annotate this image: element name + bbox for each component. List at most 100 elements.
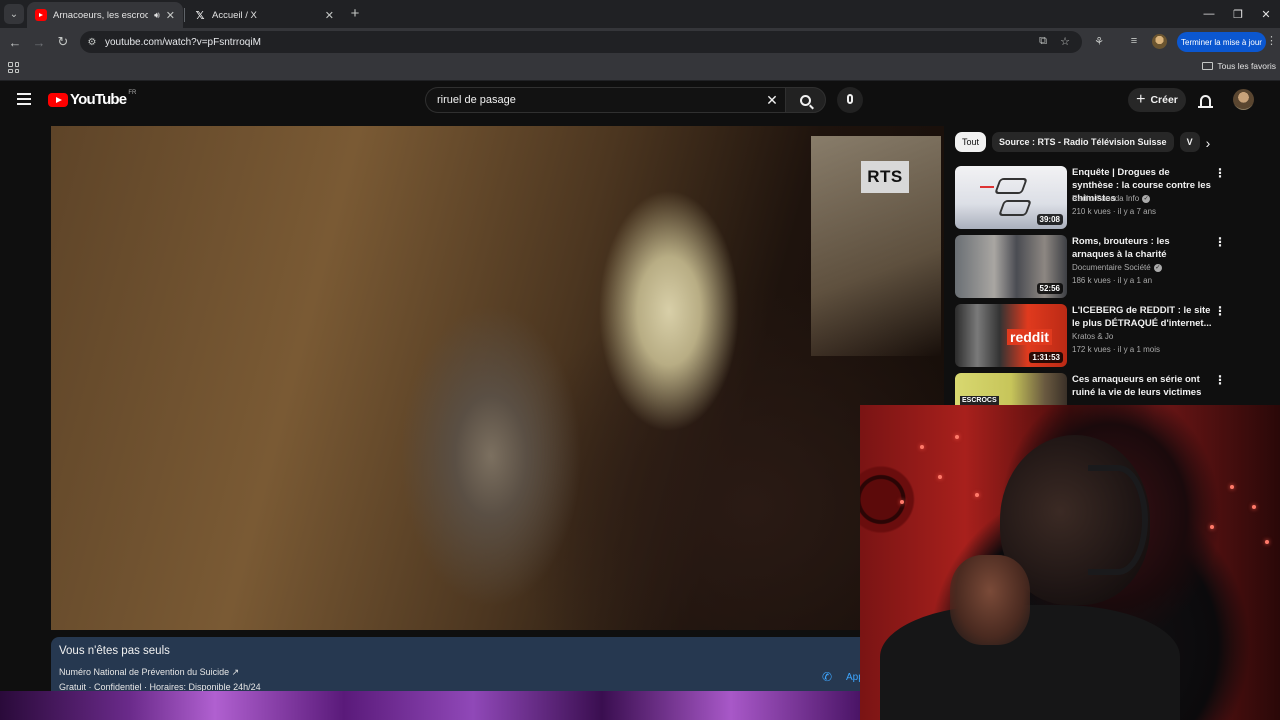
tab-title: Accueil / X (212, 9, 257, 21)
video-title[interactable]: Roms, brouteurs : les arnaques à la char… (1072, 235, 1212, 261)
voice-search-button[interactable] (837, 87, 863, 113)
chip-all[interactable]: Tout (955, 132, 987, 152)
recommendation-item[interactable]: reddit 1:31:53 L'ICEBERG de REDDIT : le … (955, 304, 1226, 368)
microphone-icon (847, 94, 853, 104)
bookmark-star-icon[interactable]: ☆ (1056, 32, 1074, 50)
video-player[interactable]: RTS (51, 126, 944, 630)
video-title[interactable]: Ces arnaqueurs en série ont ruiné la vie… (1072, 373, 1212, 399)
plus-icon: + (1136, 91, 1146, 108)
search-query[interactable]: riruel de pasage (437, 94, 759, 106)
update-button[interactable]: Terminer la mise à jour (1177, 32, 1266, 52)
channel-label: Radio-Canada Info (1072, 194, 1140, 203)
browser-tab-strip: ⌄ Arnacoeurs, les escrocs de l 🔊︎ ✕ 𝕏 Ac… (0, 0, 1280, 28)
fairy-light (900, 500, 904, 504)
molecule-graphic (998, 200, 1032, 216)
recommendation-item[interactable]: 52:56 Roms, brouteurs : les arnaques à l… (955, 235, 1226, 299)
browser-tab-x[interactable]: 𝕏 Accueil / X ✕ (186, 2, 342, 28)
browser-toolbar: ← → ↻ ⚙ youtube.com/watch?v=pFsntrroqiM … (0, 28, 1280, 56)
create-button[interactable]: + Créer (1128, 88, 1186, 112)
video-meta: 172 k vues · il y a 1 mois (1072, 345, 1161, 354)
profile-avatar[interactable] (1152, 34, 1167, 49)
fairy-light (975, 493, 979, 497)
tab-search-chevron-icon[interactable]: ⌄ (4, 4, 24, 24)
fairy-light (1230, 485, 1234, 489)
browser-tab-youtube[interactable]: Arnacoeurs, les escrocs de l 🔊︎ ✕ (27, 2, 183, 28)
video-title[interactable]: L'ICEBERG de REDDIT : le site le plus DÉ… (1072, 304, 1212, 330)
folder-icon (1202, 62, 1214, 70)
video-thumbnail[interactable]: 52:56 (955, 235, 1067, 298)
filter-chips: Tout Source : RTS - Radio Télévision Sui… (955, 132, 1225, 152)
video-duration: 1:31:53 (1029, 352, 1063, 363)
headset-graphic (1088, 465, 1148, 575)
crisis-support-panel: Vous n'êtes pas seuls Numéro National de… (51, 637, 871, 695)
video-duration: 39:08 (1036, 214, 1063, 225)
reload-icon[interactable]: ↻ (53, 32, 73, 52)
webcam-overlay (860, 405, 1280, 720)
channel-label: Documentaire Société (1072, 263, 1151, 272)
address-bar[interactable]: ⚙ youtube.com/watch?v=pFsntrroqiM (80, 31, 1082, 53)
chevron-right-icon[interactable]: › (1198, 133, 1218, 153)
more-options-icon[interactable]: ⋮ (1214, 166, 1226, 180)
youtube-wordmark: YouTube (70, 91, 127, 108)
video-thumbnail[interactable]: reddit 1:31:53 (955, 304, 1067, 367)
video-meta: 186 k vues · il y a 1 an (1072, 276, 1153, 285)
tab-separator (184, 8, 185, 22)
chip-more[interactable]: V (1179, 132, 1200, 152)
recommendation-item[interactable]: ESCROCS Ces arnaqueurs en série ont ruin… (955, 373, 1225, 405)
browser-menu-icon[interactable]: ⋮ (1266, 34, 1277, 47)
install-app-icon[interactable]: ⧉ (1034, 32, 1052, 50)
more-options-icon[interactable]: ⋮ (1214, 304, 1226, 318)
all-bookmarks-label: Tous les favoris (1217, 61, 1276, 71)
back-arrow-icon[interactable]: ← (5, 32, 25, 52)
youtube-logo[interactable]: YouTube FR (48, 90, 136, 108)
apps-grid-icon[interactable] (8, 62, 19, 73)
chip-source-rts[interactable]: Source : RTS - Radio Télévision Suisse (992, 132, 1174, 152)
search-button[interactable] (785, 87, 826, 113)
user-avatar[interactable] (1233, 89, 1254, 110)
notifications-bell-icon[interactable] (1197, 91, 1213, 109)
close-tab-icon[interactable]: ✕ (166, 9, 175, 22)
fairy-light (955, 435, 959, 439)
forward-arrow-icon[interactable]: → (29, 32, 49, 52)
fairy-light (1210, 525, 1214, 529)
minimize-icon[interactable]: — (1197, 4, 1221, 24)
fairy-light (938, 475, 942, 479)
molecule-bond-graphic (980, 186, 994, 188)
bookmarks-bar: Tous les favoris (0, 56, 1280, 81)
crisis-title: Vous n'êtes pas seuls (59, 645, 170, 657)
channel-name[interactable]: Radio-Canada Info ✓ (1072, 194, 1151, 203)
close-tab-icon[interactable]: ✕ (325, 9, 334, 22)
reddit-thumbnail-text: reddit (1007, 329, 1052, 345)
site-info-icon[interactable]: ⚙ (82, 32, 102, 52)
speaker-icon[interactable]: 🔊︎ (154, 10, 160, 21)
x-favicon-icon: 𝕏 (195, 9, 205, 22)
new-tab-plus-icon[interactable]: + (346, 4, 364, 22)
video-thumbnail[interactable]: ESCROCS (955, 373, 1067, 405)
video-meta: 210 k vues · il y a 7 ans (1072, 207, 1157, 216)
all-bookmarks-button[interactable]: Tous les favoris (1202, 61, 1276, 71)
clear-search-icon[interactable]: ✕ (759, 92, 785, 109)
fairy-light (1265, 540, 1269, 544)
url-text[interactable]: youtube.com/watch?v=pFsntrroqiM (105, 37, 261, 48)
create-label: Créer (1150, 94, 1178, 106)
channel-name[interactable]: Documentaire Société ✓ (1072, 263, 1162, 272)
media-controls-icon[interactable]: ≡ (1125, 32, 1143, 50)
more-options-icon[interactable]: ⋮ (1214, 373, 1225, 387)
more-options-icon[interactable]: ⋮ (1214, 235, 1226, 249)
molecule-graphic (994, 178, 1028, 194)
menu-hamburger-icon[interactable] (17, 93, 31, 105)
close-window-icon[interactable]: ✕ (1254, 4, 1278, 24)
extensions-puzzle-icon[interactable]: ⚘ (1090, 32, 1108, 50)
person-body (880, 605, 1180, 720)
phone-icon[interactable]: ✆ (822, 670, 836, 684)
video-thumbnail[interactable]: 39:08 (955, 166, 1067, 229)
prevention-hotline-link[interactable]: Numéro National de Prévention du Suicide… (59, 667, 239, 678)
maximize-icon[interactable]: ❐ (1226, 4, 1250, 24)
recommendation-item[interactable]: 39:08 Enquête | Drogues de synthèse : la… (955, 166, 1226, 230)
search-input[interactable]: riruel de pasage ✕ (425, 87, 785, 113)
person-hand (950, 555, 1030, 645)
channel-label: Kratos & Jo (1072, 332, 1114, 341)
fairy-light (920, 445, 924, 449)
channel-name[interactable]: Kratos & Jo (1072, 332, 1113, 341)
tab-title: Arnacoeurs, les escrocs de l (53, 9, 149, 21)
